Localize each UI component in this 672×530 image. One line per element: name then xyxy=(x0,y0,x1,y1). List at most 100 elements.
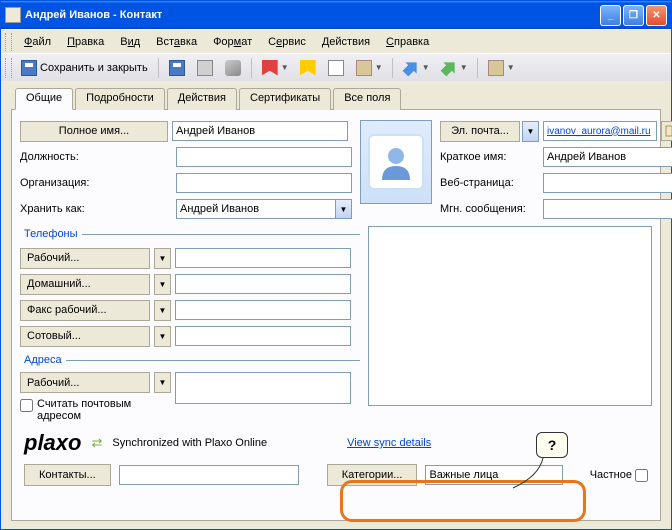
attach-button[interactable] xyxy=(220,57,246,79)
disk-icon xyxy=(169,60,185,76)
job-label: Должность: xyxy=(20,151,172,163)
im-label: Мгн. сообщения: xyxy=(440,203,539,215)
contact-picture[interactable] xyxy=(360,120,432,204)
addresses-legend: Адреса xyxy=(20,354,66,366)
app-icon xyxy=(5,7,21,23)
save-close-label: Сохранить и закрыть xyxy=(40,62,148,74)
title-bar: Андрей Иванов - Контакт _ ❐ ✕ xyxy=(1,1,671,29)
print-icon xyxy=(197,60,213,76)
minimize-button[interactable]: _ xyxy=(600,5,621,26)
phone-work-input[interactable] xyxy=(175,248,351,268)
save-icon xyxy=(21,60,37,76)
mailing-address-label: Считать почтовым адресом xyxy=(37,398,147,422)
fileas-label: Хранить как: xyxy=(20,203,172,215)
fileas-dropdown[interactable]: ▼ xyxy=(335,199,352,219)
toolbar-grip xyxy=(5,58,12,78)
menu-file[interactable]: Файл xyxy=(16,33,59,51)
doc2-button[interactable]: ▼ xyxy=(351,57,387,79)
full-name-input[interactable] xyxy=(172,121,348,141)
web-input[interactable] xyxy=(543,173,672,193)
maximize-button[interactable]: ❐ xyxy=(623,5,644,26)
misc-icon xyxy=(488,60,504,76)
contacts-button[interactable]: Контакты... xyxy=(24,464,111,486)
diamond-blue-icon xyxy=(399,56,422,79)
window-title: Андрей Иванов - Контакт xyxy=(25,9,600,21)
tab-activities[interactable]: Действия xyxy=(167,88,237,110)
phone-mobile-button[interactable]: Сотовый... xyxy=(20,326,150,347)
doc1-button[interactable] xyxy=(323,57,349,79)
general-panel: Полное имя... Должность: Организация: Хр… xyxy=(11,109,661,521)
callout-tail xyxy=(511,456,551,492)
org-input[interactable] xyxy=(176,173,352,193)
email-dropdown[interactable]: ▼ xyxy=(522,121,539,142)
web-label: Веб-страница: xyxy=(440,177,539,189)
phone-work-button[interactable]: Рабочий... xyxy=(20,248,150,269)
addr-input[interactable] xyxy=(175,372,351,404)
tab-all[interactable]: Все поля xyxy=(333,88,401,110)
tab-details[interactable]: Подробности xyxy=(75,88,165,110)
callout-bubble: ? xyxy=(536,432,568,458)
menu-help[interactable]: Справка xyxy=(378,33,437,51)
tab-certs[interactable]: Сертификаты xyxy=(239,88,331,110)
close-button[interactable]: ✕ xyxy=(646,5,667,26)
tag-icon xyxy=(300,60,316,76)
menu-format[interactable]: Формат xyxy=(205,33,260,51)
menu-edit[interactable]: Правка xyxy=(59,33,112,51)
email-button[interactable]: Эл. почта... xyxy=(440,121,520,142)
card-icon xyxy=(356,60,372,76)
person-icon xyxy=(376,142,416,182)
contact-window: Андрей Иванов - Контакт _ ❐ ✕ Файл Правк… xyxy=(0,0,672,530)
sync-icon: ⇄ xyxy=(91,435,102,451)
tab-strip: Общие Подробности Действия Сертификаты В… xyxy=(15,87,661,109)
contacts-input[interactable] xyxy=(119,465,299,485)
private-checkbox[interactable] xyxy=(635,469,648,482)
notes-textarea[interactable] xyxy=(368,226,652,406)
phone-work-dd[interactable]: ▼ xyxy=(154,248,171,269)
menu-file-label: айл xyxy=(32,36,51,48)
importance-button[interactable] xyxy=(295,57,321,79)
categories-button[interactable]: Категории... xyxy=(327,464,418,486)
display-as-label: Краткое имя: xyxy=(440,151,539,163)
phone-fax-button[interactable]: Факс рабочий... xyxy=(20,300,150,321)
fileas-input[interactable] xyxy=(176,199,335,219)
menu-tools[interactable]: Сервис xyxy=(260,33,314,51)
address-book-button[interactable] xyxy=(661,121,672,141)
job-input[interactable] xyxy=(176,147,352,167)
phones-legend: Телефоны xyxy=(20,228,82,240)
nav-blue-button[interactable]: ▼ xyxy=(398,57,434,79)
addr-work-button[interactable]: Рабочий... xyxy=(20,372,150,393)
diamond-green-icon xyxy=(437,56,460,79)
im-input[interactable] xyxy=(543,199,672,219)
phone-mobile-dd[interactable]: ▼ xyxy=(154,326,171,347)
print-button[interactable] xyxy=(192,57,218,79)
phone-home-dd[interactable]: ▼ xyxy=(154,274,171,295)
view-sync-link[interactable]: View sync details xyxy=(347,437,431,449)
nav-green-button[interactable]: ▼ xyxy=(436,57,472,79)
display-as-input[interactable] xyxy=(543,147,672,167)
phone-fax-input[interactable] xyxy=(175,300,351,320)
phone-fax-dd[interactable]: ▼ xyxy=(154,300,171,321)
paperclip-icon xyxy=(225,60,241,76)
followup-button[interactable]: ▼ xyxy=(257,57,293,79)
flag-icon xyxy=(262,60,278,76)
phone-mobile-input[interactable] xyxy=(175,326,351,346)
tab-general[interactable]: Общие xyxy=(15,88,73,110)
phone-home-button[interactable]: Домашний... xyxy=(20,274,150,295)
full-name-button[interactable]: Полное имя... xyxy=(20,121,168,142)
org-label: Организация: xyxy=(20,177,172,189)
addr-work-dd[interactable]: ▼ xyxy=(154,372,171,393)
addresses-group: Адреса Рабочий... ▼ Считать почтовым адр… xyxy=(20,354,360,424)
menu-insert[interactable]: Вставка xyxy=(148,33,205,51)
menu-view[interactable]: Вид xyxy=(112,33,148,51)
book-icon xyxy=(665,125,672,137)
mailing-address-checkbox[interactable] xyxy=(20,399,33,412)
menu-grip xyxy=(5,33,12,51)
save-button[interactable] xyxy=(164,57,190,79)
menu-bar: Файл Правка Вид Вставка Формат Сервис Де… xyxy=(1,29,671,53)
last-button[interactable]: ▼ xyxy=(483,57,519,79)
toolbar: Сохранить и закрыть ▼ ▼ ▼ ▼ ▼ xyxy=(1,53,671,81)
save-close-button[interactable]: Сохранить и закрыть xyxy=(16,57,153,79)
email-value[interactable]: ivanov_aurora@mail.ru xyxy=(547,126,651,137)
phone-home-input[interactable] xyxy=(175,274,351,294)
menu-actions[interactable]: Действия xyxy=(314,33,378,51)
